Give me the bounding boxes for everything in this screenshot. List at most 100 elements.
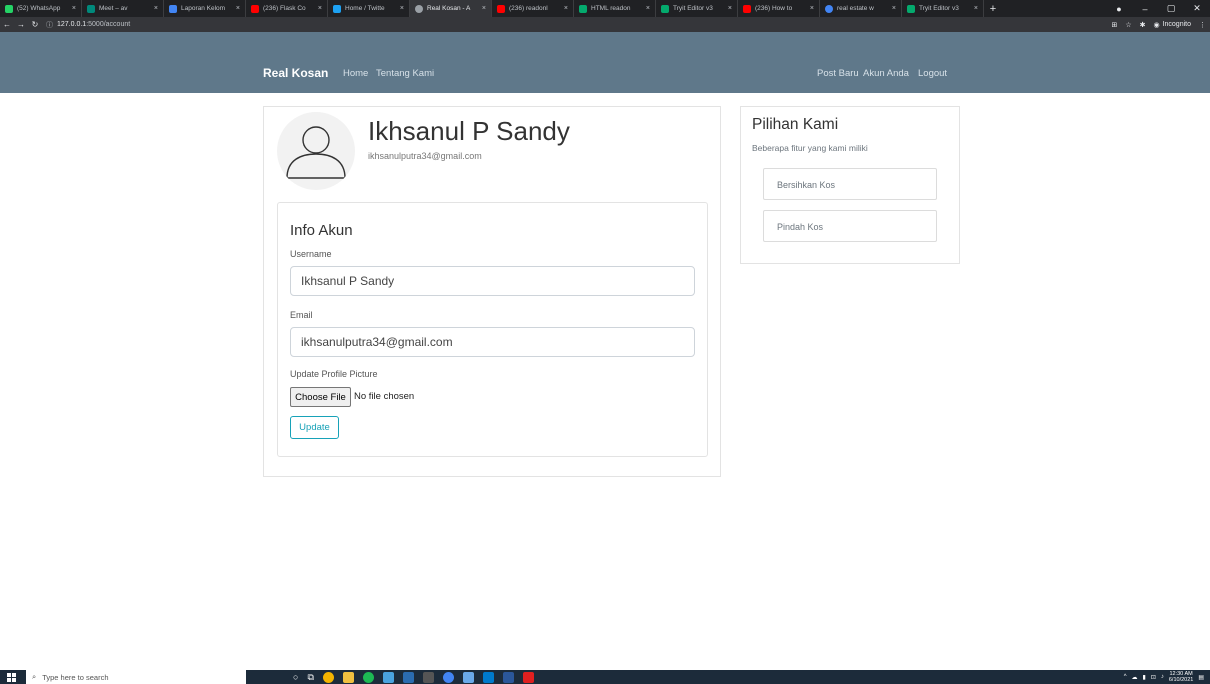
nav-link-home[interactable]: Home: [343, 68, 368, 79]
choose-file-button[interactable]: Choose File: [290, 387, 351, 407]
close-window-icon[interactable]: ✕: [1184, 3, 1210, 14]
browser-tab[interactable]: (236) readonl ×: [492, 0, 574, 17]
tab-favicon-icon: [743, 4, 751, 13]
app-icon[interactable]: [382, 671, 394, 683]
browser-tab[interactable]: Home / Twitte ×: [328, 0, 410, 17]
chrome-icon[interactable]: [322, 671, 334, 683]
browser-tab[interactable]: Laporan Kelom ×: [164, 0, 246, 17]
form-title: Info Akun: [290, 222, 353, 239]
calculator-icon[interactable]: [422, 671, 434, 683]
picture-label: Update Profile Picture: [290, 369, 378, 379]
network-icon[interactable]: ⊡: [1151, 674, 1156, 681]
search-placeholder: Type here to search: [42, 672, 109, 682]
profile-icon[interactable]: ●: [1106, 4, 1132, 14]
close-tab-icon[interactable]: ×: [810, 5, 814, 12]
tab-favicon-icon: [5, 4, 13, 13]
acrobat-icon[interactable]: [522, 671, 534, 683]
nav-link-akun-anda[interactable]: Akun Anda: [863, 68, 909, 79]
reload-icon[interactable]: ↻: [28, 20, 42, 29]
window-controls: ● – ▢ ✕: [1106, 0, 1210, 17]
word-icon[interactable]: [502, 671, 514, 683]
browser-tab-active[interactable]: Real Kosan - A ×: [410, 0, 492, 17]
windows-taskbar: ⌕ Type here to search ○ ⧉ ^ ☁ ▮ ⊡ ♪ 12:3…: [0, 670, 1210, 684]
address-bar: ← → ↻ ⓘ 127.0.0.1:5000/account ⊞ ☆ ✱ ◉ In…: [0, 17, 1210, 32]
sidebar-item-pindah-kos[interactable]: Pindah Kos: [763, 210, 937, 242]
close-tab-icon[interactable]: ×: [564, 5, 568, 12]
info-icon[interactable]: ⓘ: [46, 20, 53, 30]
sidebar-item-bersihkan-kos[interactable]: Bersihkan Kos: [763, 168, 937, 200]
maximize-icon[interactable]: ▢: [1158, 3, 1184, 14]
tab-favicon-icon: [661, 4, 669, 13]
tab-favicon-icon: [825, 4, 833, 13]
nav-link-logout[interactable]: Logout: [918, 68, 947, 79]
close-tab-icon[interactable]: ×: [974, 5, 978, 12]
back-arrow-icon[interactable]: ←: [0, 20, 14, 29]
browser-tab[interactable]: (236) Flask Co ×: [246, 0, 328, 17]
tab-favicon-icon: [87, 4, 95, 13]
file-status: No file chosen: [354, 391, 415, 402]
url-field[interactable]: ⓘ 127.0.0.1:5000/account: [46, 20, 130, 30]
browser-tab[interactable]: real estate w ×: [820, 0, 902, 17]
close-tab-icon[interactable]: ×: [482, 5, 486, 12]
browser-toolbar-right: ⊞ ☆ ✱ ◉ Incognito ⋮: [1111, 17, 1206, 32]
close-tab-icon[interactable]: ×: [646, 5, 650, 12]
incognito-badge[interactable]: ◉ Incognito: [1153, 21, 1191, 29]
browser-tab[interactable]: HTML readon ×: [574, 0, 656, 17]
username-input[interactable]: [290, 266, 695, 296]
search-icon: ⌕: [32, 672, 37, 681]
nav-link-post-baru[interactable]: Post Baru: [817, 68, 859, 79]
tab-favicon-icon: [333, 4, 341, 13]
spotify-icon[interactable]: [362, 671, 374, 683]
url-host: 127.0.0.1: [57, 21, 87, 28]
update-button[interactable]: Update: [290, 416, 339, 439]
navbar-brand[interactable]: Real Kosan: [263, 66, 328, 80]
tab-favicon-icon: [251, 4, 259, 13]
browser-tab[interactable]: Tryit Editor v3 ×: [656, 0, 738, 17]
start-button[interactable]: [0, 670, 22, 684]
app-icon[interactable]: [402, 671, 414, 683]
file-explorer-icon[interactable]: [342, 671, 354, 683]
close-tab-icon[interactable]: ×: [400, 5, 404, 12]
close-tab-icon[interactable]: ×: [892, 5, 896, 12]
app-navbar: [0, 32, 1210, 93]
username-label: Username: [290, 249, 332, 259]
browser-menu-icon[interactable]: ⋮: [1199, 21, 1206, 29]
cortana-icon[interactable]: ○: [293, 672, 298, 682]
avatar: [277, 112, 355, 190]
tray-chevron-icon[interactable]: ^: [1124, 674, 1127, 680]
taskbar-search[interactable]: ⌕ Type here to search: [26, 670, 246, 684]
browser-tab[interactable]: Meet – av ×: [82, 0, 164, 17]
profile-email: ikhsanulputra34@gmail.com: [368, 151, 482, 161]
system-tray: ^ ☁ ▮ ⊡ ♪ 12:30 AM 6/10/2021 ▤: [1124, 670, 1204, 684]
task-view-icon[interactable]: ⧉: [307, 672, 313, 683]
sidebar-title: Pilihan Kami: [752, 116, 839, 133]
chrome-incognito-icon[interactable]: [442, 671, 454, 683]
tab-favicon-icon: [579, 4, 587, 13]
browser-tab[interactable]: (236) How to ×: [738, 0, 820, 17]
close-tab-icon[interactable]: ×: [72, 5, 76, 12]
close-tab-icon[interactable]: ×: [318, 5, 322, 12]
tab-favicon-icon: [907, 4, 915, 13]
profile-name: Ikhsanul P Sandy: [368, 116, 570, 146]
nav-link-tentang-kami[interactable]: Tentang Kami: [376, 68, 434, 79]
notifications-icon[interactable]: ▤: [1198, 674, 1204, 681]
browser-tab[interactable]: (52) WhatsApp ×: [0, 0, 82, 17]
new-tab-button[interactable]: +: [984, 0, 1002, 17]
browser-tab[interactable]: Tryit Editor v3 ×: [902, 0, 984, 17]
vscode-icon[interactable]: [482, 671, 494, 683]
battery-icon[interactable]: ▮: [1143, 674, 1146, 681]
user-silhouette-icon: [286, 126, 346, 179]
close-tab-icon[interactable]: ×: [236, 5, 240, 12]
app-icon[interactable]: [462, 671, 474, 683]
forward-arrow-icon[interactable]: →: [14, 20, 28, 29]
email-input[interactable]: [290, 327, 695, 357]
volume-icon[interactable]: ♪: [1161, 674, 1164, 680]
cloud-icon[interactable]: ☁: [1132, 674, 1138, 681]
bookmark-star-icon[interactable]: ☆: [1125, 21, 1131, 29]
minimize-icon[interactable]: –: [1132, 4, 1158, 14]
close-tab-icon[interactable]: ×: [728, 5, 732, 12]
close-tab-icon[interactable]: ×: [154, 5, 158, 12]
taskbar-clock[interactable]: 12:30 AM 6/10/2021: [1169, 671, 1193, 683]
extensions-icon[interactable]: ✱: [1140, 21, 1146, 29]
translate-icon[interactable]: ⊞: [1111, 21, 1117, 29]
